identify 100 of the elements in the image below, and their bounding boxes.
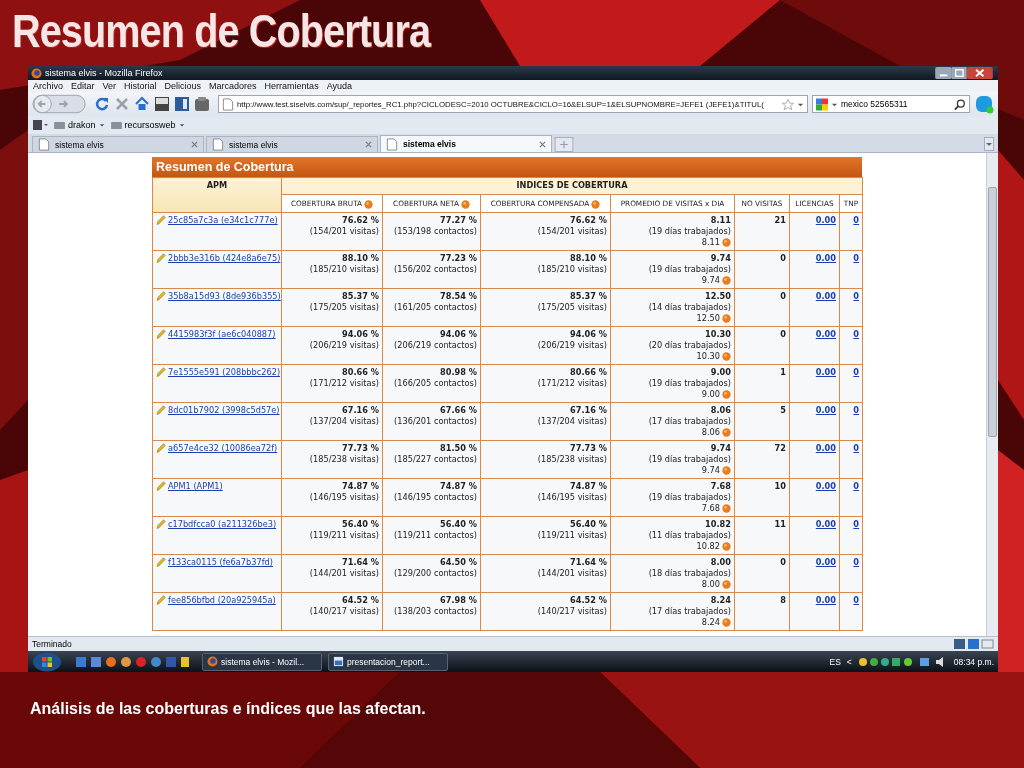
metric-detail: (136/201 contactos) <box>393 416 477 427</box>
pencil-icon[interactable] <box>156 329 166 339</box>
licencias-link[interactable]: 0.00 <box>815 215 836 225</box>
pencil-icon[interactable] <box>156 253 166 263</box>
licencias-link[interactable]: 0.00 <box>815 405 836 415</box>
menu-item[interactable]: Delicious <box>164 81 202 91</box>
scrollbar-thumb[interactable] <box>988 187 997 437</box>
taskbar-button[interactable]: sistema elvis - Mozil... <box>202 652 322 671</box>
browser-tab[interactable]: sistema elvis <box>206 136 378 152</box>
licencias-link[interactable]: 0.00 <box>815 367 836 377</box>
language-indicator[interactable]: ES <box>829 656 841 667</box>
menu-item[interactable]: Marcadores <box>209 81 257 91</box>
search-field[interactable]: mexico 52565311 <box>812 95 970 113</box>
pencil-icon[interactable] <box>156 405 166 415</box>
tag-icon[interactable] <box>194 96 210 112</box>
info-icon[interactable] <box>722 352 731 361</box>
info-icon[interactable] <box>722 238 731 247</box>
close-icon[interactable] <box>539 140 546 148</box>
menu-item[interactable]: Ver <box>102 81 117 91</box>
metric-detail: (154/201 visitas) <box>308 226 379 237</box>
tnp-link[interactable]: 0 <box>853 443 860 453</box>
info-icon[interactable] <box>460 199 470 209</box>
pencil-icon[interactable] <box>156 557 166 567</box>
metric-value: 9.00 <box>709 367 731 378</box>
dropdown-icon[interactable] <box>178 122 185 128</box>
window-controls-icon[interactable] <box>933 66 995 80</box>
info-icon[interactable] <box>722 390 731 399</box>
info-icon[interactable] <box>722 314 731 323</box>
info-icon[interactable] <box>722 504 731 513</box>
stop-icon[interactable] <box>114 96 130 112</box>
taskbar-button[interactable]: presentacion_report... <box>328 652 448 671</box>
folder-icon[interactable] <box>110 120 122 130</box>
licencias-link[interactable]: 0.00 <box>815 519 836 529</box>
page-icon <box>212 138 224 151</box>
tnp-link[interactable]: 0 <box>853 367 860 377</box>
licencias-link[interactable]: 0.00 <box>815 481 836 491</box>
pencil-icon[interactable] <box>156 481 166 491</box>
home-icon[interactable] <box>134 96 150 112</box>
tnp-link[interactable]: 0 <box>853 329 860 339</box>
info-icon[interactable] <box>722 276 731 285</box>
licencias-link[interactable]: 0.00 <box>815 443 836 453</box>
bookmark-menu-icon[interactable] <box>32 117 48 133</box>
menu-item[interactable]: Archivo <box>33 81 63 91</box>
document-icon <box>333 656 344 667</box>
pencil-icon[interactable] <box>156 291 166 301</box>
pencil-icon[interactable] <box>156 367 166 377</box>
bookmark-folder[interactable]: drakon <box>68 120 96 130</box>
browser-tab[interactable]: sistema elvis <box>32 136 204 152</box>
info-icon[interactable] <box>722 542 731 551</box>
licencias-link[interactable]: 0.00 <box>815 557 836 567</box>
licencias-link[interactable]: 0.00 <box>815 595 836 605</box>
licencias-link[interactable]: 0.00 <box>815 253 836 263</box>
star-icon[interactable] <box>782 97 794 111</box>
tnp-link[interactable]: 0 <box>853 405 860 415</box>
close-icon[interactable] <box>191 141 198 148</box>
scrollbar[interactable] <box>986 153 998 636</box>
toolbar-icon[interactable] <box>174 96 190 112</box>
licencias-link[interactable]: 0.00 <box>815 329 836 339</box>
licencias-link[interactable]: 0.00 <box>815 291 836 301</box>
info-icon[interactable] <box>722 428 731 437</box>
tnp-link[interactable]: 0 <box>853 215 860 225</box>
menu-item[interactable]: Historial <box>124 81 157 91</box>
metric-detail: (119/211 visitas) <box>308 530 379 541</box>
info-icon[interactable] <box>364 199 374 209</box>
info-icon[interactable] <box>722 580 731 589</box>
metric-detail: (137/204 visitas) <box>536 416 607 427</box>
tnp-link[interactable]: 0 <box>853 519 860 529</box>
search-icon[interactable] <box>954 97 966 111</box>
apm-link[interactable]: APM1 (APM1) <box>168 481 223 491</box>
menu-item[interactable]: Herramientas <box>264 81 319 91</box>
menu-item[interactable]: Ayuda <box>326 81 352 91</box>
metric-value: 12.50 <box>704 291 731 302</box>
metric-value: 8 <box>779 595 786 606</box>
tnp-link[interactable]: 0 <box>853 595 860 605</box>
tnp-link[interactable]: 0 <box>853 481 860 491</box>
toolbar-icon[interactable] <box>154 96 170 112</box>
pencil-icon[interactable] <box>156 443 166 453</box>
pencil-icon[interactable] <box>156 519 166 529</box>
tray-expand-button[interactable]: < <box>846 656 852 667</box>
bookmark-folder[interactable]: recursosweb <box>124 120 176 130</box>
tnp-link[interactable]: 0 <box>853 253 860 263</box>
info-icon[interactable] <box>722 466 731 475</box>
info-icon[interactable] <box>722 618 731 627</box>
info-icon[interactable] <box>591 199 601 209</box>
dropdown-icon[interactable] <box>98 122 105 128</box>
pencil-icon[interactable] <box>156 595 166 605</box>
metric-value: 0 <box>779 253 786 264</box>
tab-list-icon[interactable] <box>984 137 994 151</box>
tnp-link[interactable]: 0 <box>853 557 860 567</box>
browser-tab[interactable]: sistema elvis <box>380 135 552 152</box>
search-engine-icon[interactable] <box>816 97 828 111</box>
reload-icon[interactable] <box>94 96 110 112</box>
close-icon[interactable] <box>365 141 372 148</box>
new-tab-icon[interactable] <box>554 137 574 152</box>
folder-icon[interactable] <box>54 120 65 130</box>
tnp-link[interactable]: 0 <box>853 291 860 301</box>
pencil-icon[interactable] <box>156 215 166 225</box>
start-button[interactable] <box>32 651 62 672</box>
metric-value: 81.50 % <box>439 443 477 454</box>
menu-item[interactable]: Editar <box>71 81 95 91</box>
